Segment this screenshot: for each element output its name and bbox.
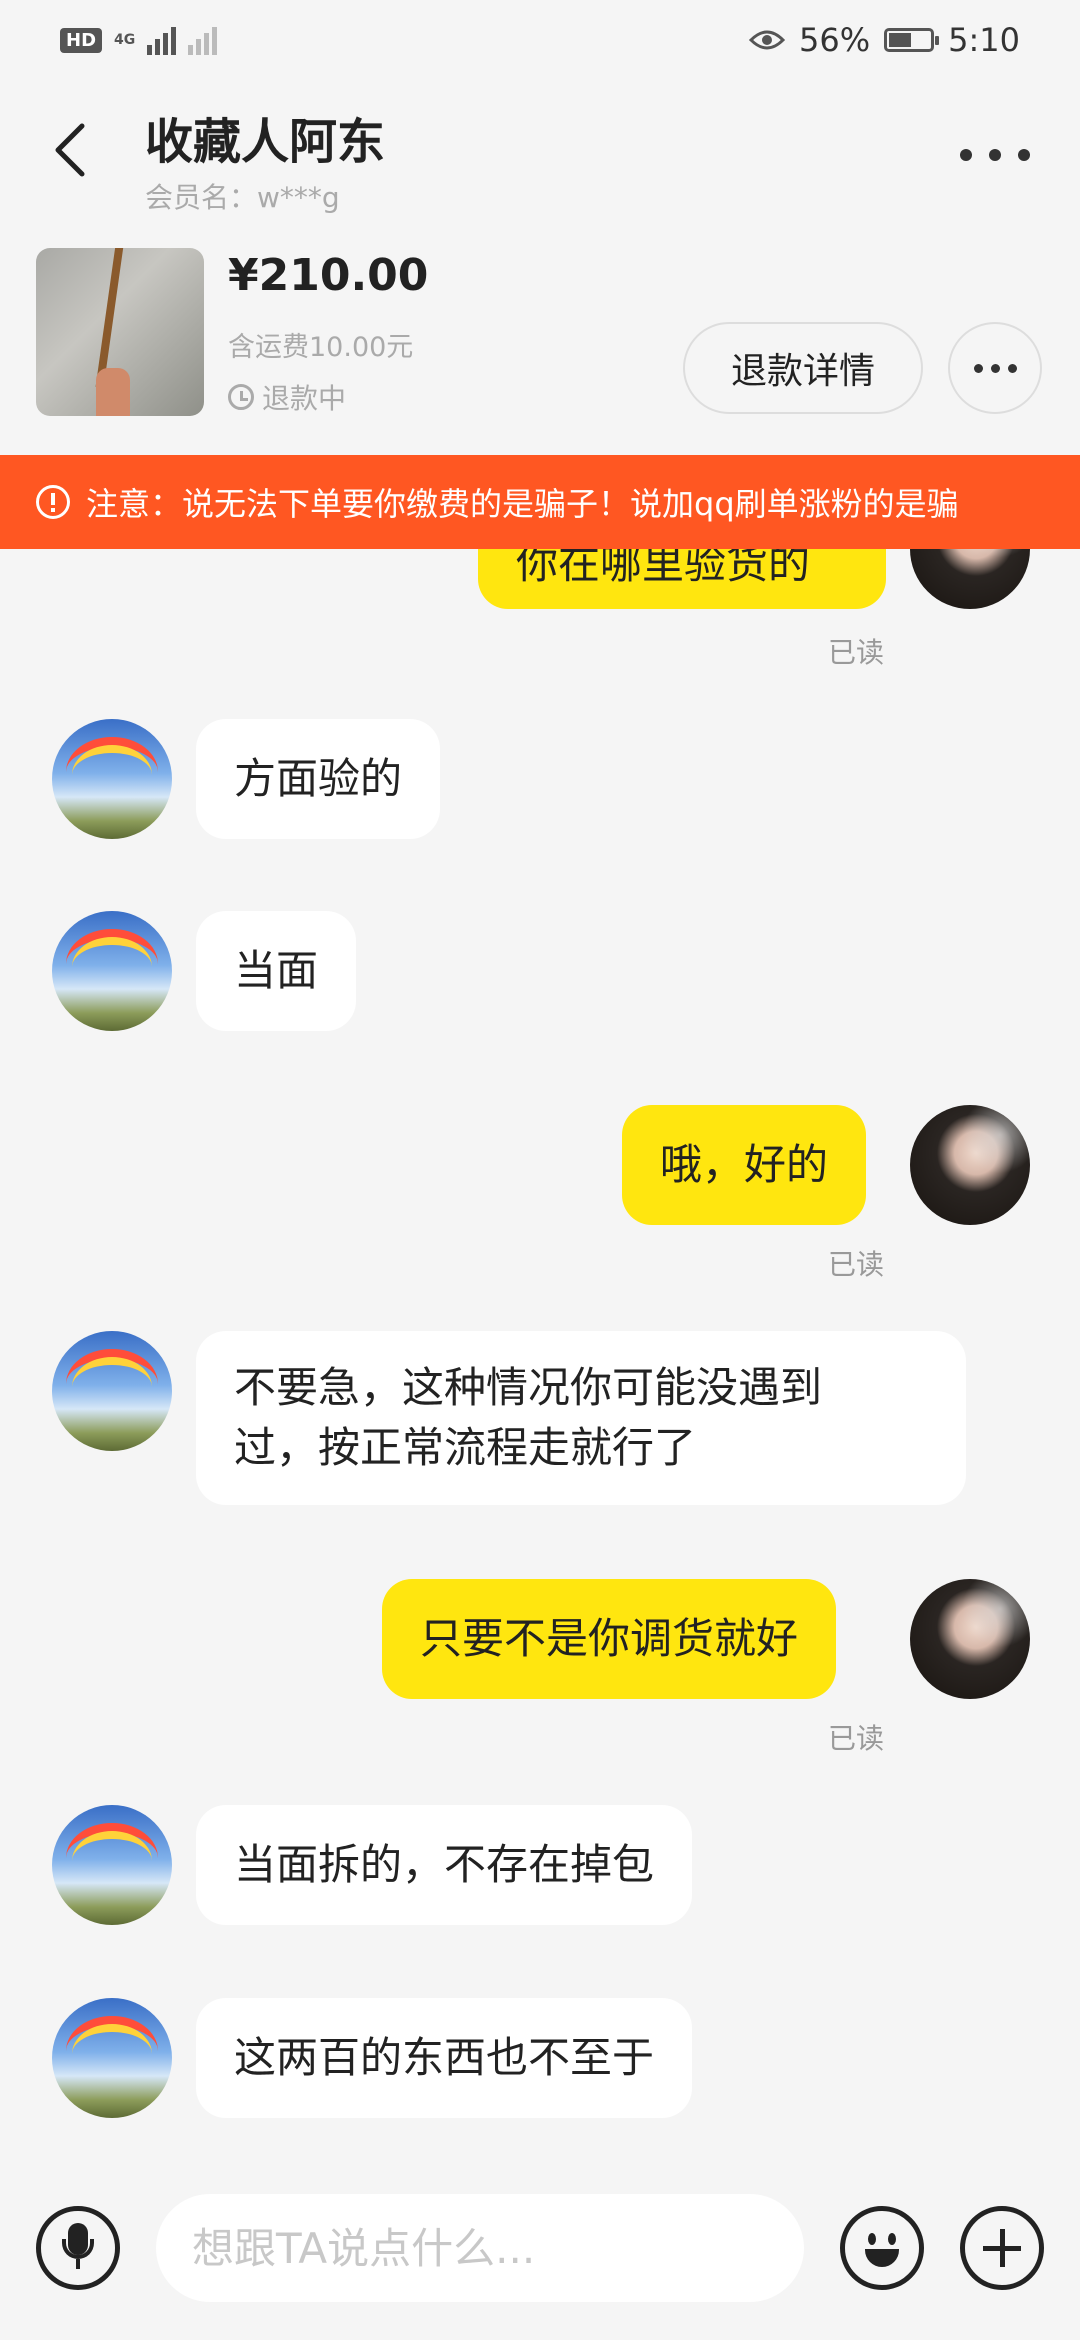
- my-avatar[interactable]: [910, 1579, 1030, 1699]
- message-bubble-received[interactable]: 这两百的东西也不至于: [196, 1998, 693, 2118]
- contact-avatar[interactable]: [52, 719, 172, 839]
- plus-bar: [1000, 2229, 1005, 2267]
- avatar-detail: [910, 549, 1030, 609]
- more-dot: [990, 363, 1000, 373]
- eye-icon: [749, 30, 786, 50]
- member-name: 会员名：w***g: [145, 181, 340, 214]
- read-receipt: 已读: [828, 1248, 885, 1281]
- page-title: 收藏人阿东: [145, 114, 386, 170]
- more-dot: [960, 149, 972, 161]
- more-options-button[interactable]: [960, 140, 1030, 170]
- message-text: 只要不是你调货就好: [420, 1614, 799, 1663]
- emoji-mouth: [865, 2249, 899, 2267]
- status-left: HD 4G: [60, 25, 218, 55]
- emoji-eye: [888, 2233, 896, 2245]
- mic-part: [76, 2259, 80, 2269]
- message-input[interactable]: [156, 2194, 804, 2302]
- chevron-left-icon: [55, 123, 85, 177]
- order-status: 退款中: [228, 377, 346, 417]
- read-receipt: 已读: [828, 1722, 885, 1755]
- more-dot: [1007, 363, 1017, 373]
- message-input-bar: [0, 2170, 1080, 2340]
- product-card[interactable]: ¥210.00 含运费10.00元 退款中 退款详情: [0, 230, 1080, 455]
- message-text: 当面拆的，不存在掉包: [234, 1840, 655, 1889]
- avatar-detail: [72, 1357, 152, 1417]
- status-bar: HD 4G 56% 5:10: [0, 0, 1080, 80]
- product-price: ¥210.00: [228, 250, 429, 301]
- product-thumbnail[interactable]: [36, 248, 204, 416]
- order-more-button[interactable]: [948, 322, 1042, 414]
- microphone-icon[interactable]: [36, 2206, 120, 2290]
- message-bubble-sent[interactable]: 哦，好的: [622, 1105, 867, 1225]
- emoji-eye: [868, 2233, 876, 2245]
- more-dot: [1018, 149, 1030, 161]
- message-text: 这两百的东西也不至于: [234, 2033, 655, 2082]
- avatar-detail: [72, 1831, 152, 1891]
- alert-circle-icon: [36, 485, 70, 519]
- battery-fill: [889, 33, 912, 47]
- contact-avatar[interactable]: [52, 1805, 172, 1925]
- clock-icon: [228, 384, 254, 410]
- network-type: 4G: [114, 32, 136, 48]
- contact-avatar[interactable]: [52, 1331, 172, 1451]
- status-right: 56% 5:10: [749, 21, 1020, 59]
- fraud-warning-banner: 注意：说无法下单要你缴费的是骗子！说加qq刷单涨粉的是骗: [0, 455, 1080, 549]
- signal-secondary-icon: [188, 25, 218, 55]
- signal-icon: [147, 25, 177, 55]
- message-text: 哦，好的: [660, 1140, 829, 1189]
- emoji-icon[interactable]: [840, 2206, 924, 2290]
- plus-icon[interactable]: [960, 2206, 1044, 2290]
- avatar-detail: [72, 937, 152, 997]
- eye-percent: 56%: [799, 21, 871, 59]
- chat-page: HD 4G 56% 5:10 收藏人阿东 会员名：w***g ¥210.00 含…: [0, 0, 1080, 2340]
- read-receipt: 已读: [828, 636, 885, 669]
- clock-time: 5:10: [948, 21, 1020, 59]
- mic-part: [62, 2239, 94, 2259]
- chat-header: 收藏人阿东 会员名：w***g: [0, 80, 1080, 220]
- more-dot: [973, 363, 983, 373]
- message-text: 方面验的: [234, 754, 403, 803]
- emoji-face: [845, 2211, 919, 2285]
- message-bubble-received[interactable]: 不要急，这种情况你可能没遇到 过，按正常流程走就行了: [196, 1331, 966, 1505]
- more-dot: [989, 149, 1001, 161]
- hd-badge: HD: [60, 27, 103, 53]
- avatar-detail: [910, 1105, 1030, 1225]
- message-bubble-received[interactable]: 当面拆的，不存在掉包: [196, 1805, 693, 1925]
- avatar-detail: [72, 2024, 152, 2084]
- message-text: 当面: [234, 946, 319, 995]
- shipping-fee: 含运费10.00元: [228, 332, 414, 363]
- message-text-line: 不要急，这种情况你可能没遇到: [234, 1363, 823, 1412]
- thumbnail-detail: [96, 368, 130, 416]
- message-text-line: 过，按正常流程走就行了: [234, 1423, 697, 1472]
- message-text: 你在哪里验货的: [516, 549, 811, 588]
- back-button[interactable]: [50, 120, 100, 180]
- my-avatar[interactable]: [910, 1105, 1030, 1225]
- message-list[interactable]: 你在哪里验货的 已读 方面验的 当面 哦，好的 已读 不要急，这种情况你可能没遇…: [0, 549, 1080, 2170]
- title-block: 收藏人阿东 会员名：w***g: [145, 102, 385, 216]
- my-avatar[interactable]: [910, 549, 1030, 609]
- warning-text: 注意：说无法下单要你缴费的是骗子！说加qq刷单涨粉的是骗: [86, 485, 959, 523]
- avatar-detail: [910, 1579, 1030, 1699]
- message-bubble-received[interactable]: 当面: [196, 911, 357, 1031]
- thumbnail-detail: [95, 248, 125, 388]
- avatar-detail: [72, 745, 152, 805]
- contact-avatar[interactable]: [52, 911, 172, 1031]
- message-bubble-received[interactable]: 方面验的: [196, 719, 441, 839]
- refund-details-button[interactable]: 退款详情: [683, 322, 923, 414]
- message-bubble-sent[interactable]: 只要不是你调货就好: [382, 1579, 837, 1699]
- order-status-text: 退款中: [262, 382, 347, 415]
- battery-icon: [884, 28, 940, 52]
- message-bubble-sent[interactable]: 你在哪里验货的: [478, 549, 886, 609]
- contact-avatar[interactable]: [52, 1998, 172, 2118]
